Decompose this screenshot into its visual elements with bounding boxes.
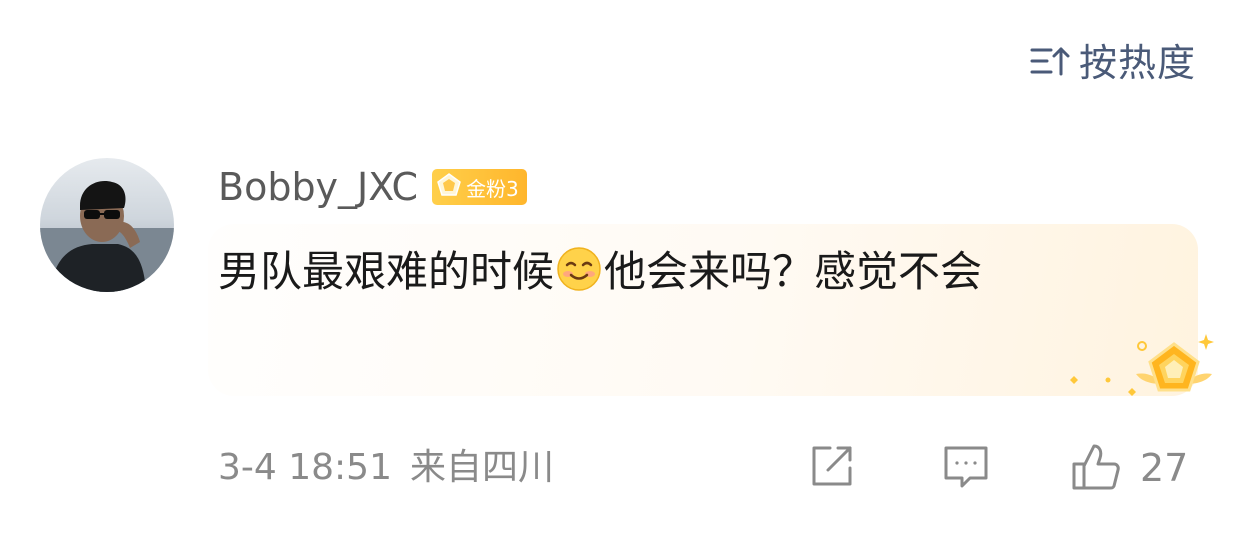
sort-label: 按热度 — [1078, 41, 1196, 85]
comment-text-part1: 男队最艰难的时候 — [218, 247, 555, 296]
comment-location: 来自四川 — [410, 447, 555, 488]
comment-timestamp: 3-4 18:51 — [218, 447, 392, 488]
thumbs-up-icon — [1070, 442, 1122, 494]
like-button[interactable]: 27 — [1070, 440, 1188, 496]
comment-meta: 3-4 18:51 来自四川 — [218, 440, 554, 496]
comment-icon — [940, 440, 992, 492]
share-button[interactable] — [806, 440, 858, 492]
username[interactable]: Bobby_JXC — [218, 160, 418, 214]
blush-smile-emoji-icon — [556, 246, 602, 292]
comment-header: Bobby_JXC 金粉3 — [218, 160, 527, 214]
share-icon — [806, 440, 858, 492]
sort-by-hot-button[interactable]: 按热度 — [1029, 38, 1196, 88]
reply-button[interactable] — [940, 440, 992, 492]
gold-fan-medal-icon — [1062, 328, 1222, 408]
pentagon-gem-icon — [436, 172, 462, 203]
comment-text[interactable]: 男队最艰难的时候 他会来吗？感觉不会 — [218, 240, 1138, 304]
like-count: 27 — [1140, 446, 1189, 490]
comment-card: 按热度 Bobby_JXC 金粉3 男队最艰难的时候 他会来吗？感觉不会 3-4… — [0, 0, 1238, 533]
fan-badge-label: 金粉3 — [466, 176, 519, 201]
comment-text-part2: 他会来吗？感觉不会 — [604, 247, 983, 296]
fan-level-badge[interactable]: 金粉3 — [432, 169, 527, 205]
avatar[interactable] — [40, 158, 174, 292]
sort-order-icon — [1029, 41, 1071, 85]
